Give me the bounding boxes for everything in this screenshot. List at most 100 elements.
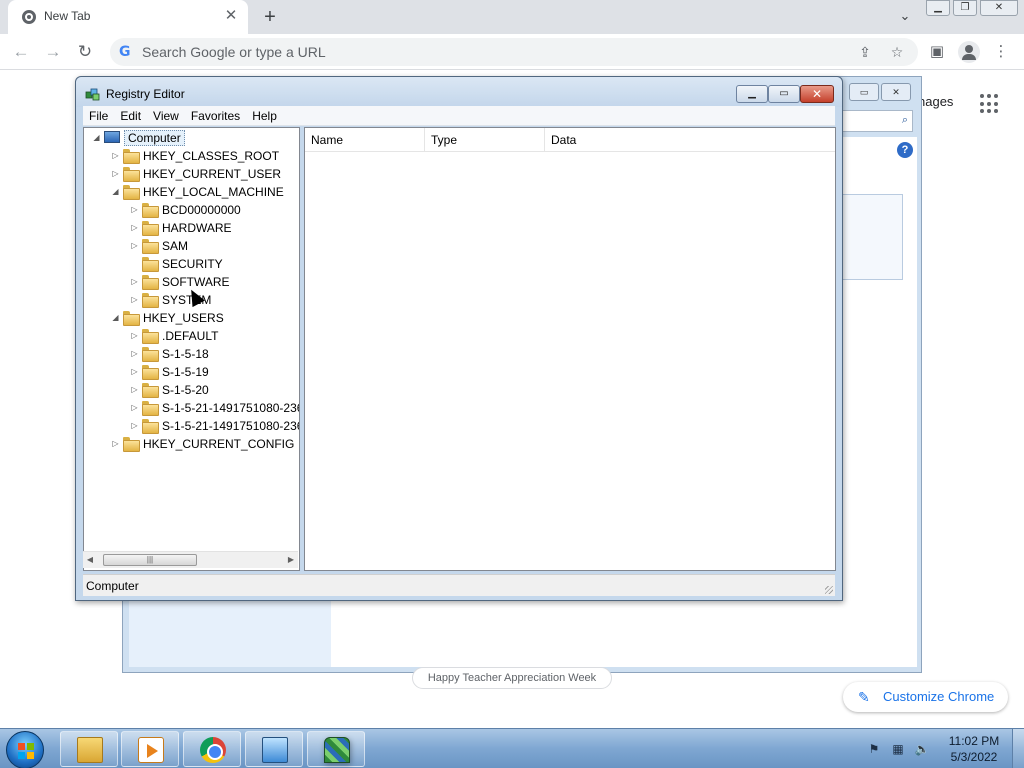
- folder-icon: [142, 257, 159, 272]
- tree-node-label: HKEY_CLASSES_ROOT: [143, 149, 280, 163]
- registry-editor-taskbar-icon: [324, 737, 350, 763]
- collapsed-arrow-icon[interactable]: ▷: [130, 367, 139, 376]
- expanded-arrow-icon[interactable]: ◢: [92, 133, 101, 142]
- close-button[interactable]: ✕: [800, 85, 834, 103]
- chrome-menu-icon[interactable]: ⋮: [990, 41, 1012, 63]
- tab-close-icon[interactable]: ✕: [222, 7, 240, 25]
- images-link[interactable]: nages: [918, 94, 953, 109]
- taskbar-registry-editor-button[interactable]: [307, 731, 365, 767]
- folder-icon: [142, 275, 159, 290]
- tree-node-label: S-1-5-21-1491751080-236: [162, 401, 300, 415]
- doodle-share-chip[interactable]: Happy Teacher Appreciation Week: [412, 667, 612, 689]
- show-desktop-button[interactable]: [1012, 729, 1024, 768]
- chrome-close-button[interactable]: ✕: [980, 0, 1018, 16]
- folder-icon: [142, 419, 159, 434]
- tab-new-tab[interactable]: New Tab ✕: [8, 0, 248, 34]
- registry-editor-titlebar[interactable]: Registry Editor ▁ ▭ ✕: [76, 77, 842, 107]
- start-button[interactable]: [6, 731, 44, 768]
- collapsed-arrow-icon[interactable]: ▷: [130, 349, 139, 358]
- tree-horizontal-scrollbar[interactable]: ◀ ||| ▶: [83, 551, 298, 568]
- volume-icon[interactable]: 🔈: [914, 741, 930, 757]
- collapsed-arrow-icon[interactable]: ▷: [130, 295, 139, 304]
- taskbar-chrome-button[interactable]: [183, 731, 241, 767]
- column-data[interactable]: Data: [545, 128, 835, 152]
- share-icon[interactable]: ⇪: [856, 43, 874, 61]
- collapsed-arrow-icon[interactable]: ▷: [130, 205, 139, 214]
- background-restore-button[interactable]: ▭: [849, 83, 879, 101]
- maximize-button[interactable]: ▭: [768, 85, 800, 103]
- menu-favorites[interactable]: Favorites: [185, 106, 246, 125]
- pencil-icon: ✎: [858, 689, 870, 705]
- omnibox[interactable]: G ⇪ ☆: [110, 38, 918, 66]
- folder-icon: [123, 311, 140, 326]
- taskbar-media-player-button[interactable]: [121, 731, 179, 767]
- tree-node-label: SECURITY: [162, 257, 223, 271]
- reload-button[interactable]: ↻: [74, 41, 96, 63]
- network-icon[interactable]: ▦: [890, 741, 906, 757]
- folder-icon: [142, 365, 159, 380]
- collapsed-arrow-icon[interactable]: ▷: [111, 169, 120, 178]
- menu-help[interactable]: Help: [246, 106, 283, 125]
- resize-grip-icon[interactable]: [825, 586, 833, 594]
- action-center-flag-icon[interactable]: ⚑: [866, 741, 882, 757]
- expanded-arrow-icon[interactable]: ◢: [111, 313, 120, 322]
- folder-icon: [142, 347, 159, 362]
- back-button[interactable]: ←: [10, 41, 32, 63]
- list-header: Name Type Data: [305, 128, 835, 152]
- collapsed-arrow-icon[interactable]: ▷: [130, 421, 139, 430]
- profile-avatar[interactable]: [958, 41, 980, 63]
- background-left-pane: [129, 601, 331, 667]
- google-apps-icon[interactable]: [980, 94, 1000, 114]
- collapsed-arrow-icon[interactable]: ▷: [130, 241, 139, 250]
- address-input[interactable]: [142, 42, 802, 62]
- folder-icon: [123, 149, 140, 164]
- tab-title: New Tab: [44, 9, 91, 23]
- clock-time: 11:02 PM: [948, 734, 1000, 748]
- scroll-left-arrow-icon[interactable]: ◀: [85, 555, 95, 564]
- forward-button[interactable]: →: [42, 41, 64, 63]
- collapsed-arrow-icon[interactable]: ▷: [130, 331, 139, 340]
- collapsed-arrow-icon[interactable]: ▷: [130, 385, 139, 394]
- help-icon[interactable]: ?: [897, 142, 913, 158]
- tree-node-label: S-1-5-18: [162, 347, 209, 361]
- folder-icon: [142, 203, 159, 218]
- column-type[interactable]: Type: [425, 128, 545, 152]
- tree-node-label: HKEY_LOCAL_MACHINE: [143, 185, 284, 199]
- customize-chrome-label: Customize Chrome: [883, 689, 995, 704]
- system-clock[interactable]: 11:02 PM 5/3/2022: [944, 733, 1004, 765]
- chrome-minimize-button[interactable]: ▁: [926, 0, 950, 16]
- scroll-right-arrow-icon[interactable]: ▶: [286, 555, 296, 564]
- collapsed-arrow-icon[interactable]: ▷: [130, 223, 139, 232]
- collapsed-arrow-icon[interactable]: ▷: [130, 403, 139, 412]
- new-tab-button[interactable]: +: [258, 5, 282, 29]
- expanded-arrow-icon[interactable]: ◢: [111, 187, 120, 196]
- background-close-button[interactable]: ✕: [881, 83, 911, 101]
- windows-logo-icon: [18, 743, 34, 759]
- tree-node-label: S-1-5-21-1491751080-236: [162, 419, 300, 433]
- customize-chrome-button[interactable]: ✎ Customize Chrome: [843, 682, 1008, 712]
- menu-view[interactable]: View: [147, 106, 185, 125]
- scroll-thumb[interactable]: |||: [103, 554, 197, 566]
- registry-tree[interactable]: ◢ Computer ▷ HKEY_CLASSES_ROOT ▷ HKEY_CURRENT…: [83, 127, 300, 571]
- taskbar-remote-desktop-button[interactable]: [245, 731, 303, 767]
- values-list[interactable]: Name Type Data: [304, 127, 836, 571]
- chrome-toolbar: ← → ↻ G ⇪ ☆ ▣ ⋮: [0, 34, 1024, 70]
- folder-icon: [123, 437, 140, 452]
- menu-edit[interactable]: Edit: [114, 106, 147, 125]
- collapsed-arrow-icon[interactable]: ▷: [111, 439, 120, 448]
- collapsed-arrow-icon[interactable]: ▷: [111, 151, 120, 160]
- menu-file[interactable]: File: [83, 106, 114, 125]
- collapsed-arrow-icon[interactable]: ▷: [130, 277, 139, 286]
- column-name[interactable]: Name: [305, 128, 425, 152]
- chrome-favicon-icon: [22, 10, 36, 24]
- chrome-icon: [200, 737, 226, 763]
- chrome-restore-button[interactable]: ❐: [953, 0, 977, 16]
- side-panel-icon[interactable]: ▣: [926, 41, 948, 63]
- registry-editor-window: Registry Editor ▁ ▭ ✕ File Edit View Fav…: [75, 76, 843, 601]
- tab-search-chevron-icon[interactable]: ⌄: [896, 8, 914, 26]
- minimize-button[interactable]: ▁: [736, 85, 768, 103]
- taskbar-explorer-button[interactable]: [60, 731, 118, 767]
- tree-node-label: .DEFAULT: [162, 329, 219, 343]
- bookmark-star-icon[interactable]: ☆: [888, 43, 906, 61]
- tree-node-label: HKEY_CURRENT_USER: [143, 167, 282, 181]
